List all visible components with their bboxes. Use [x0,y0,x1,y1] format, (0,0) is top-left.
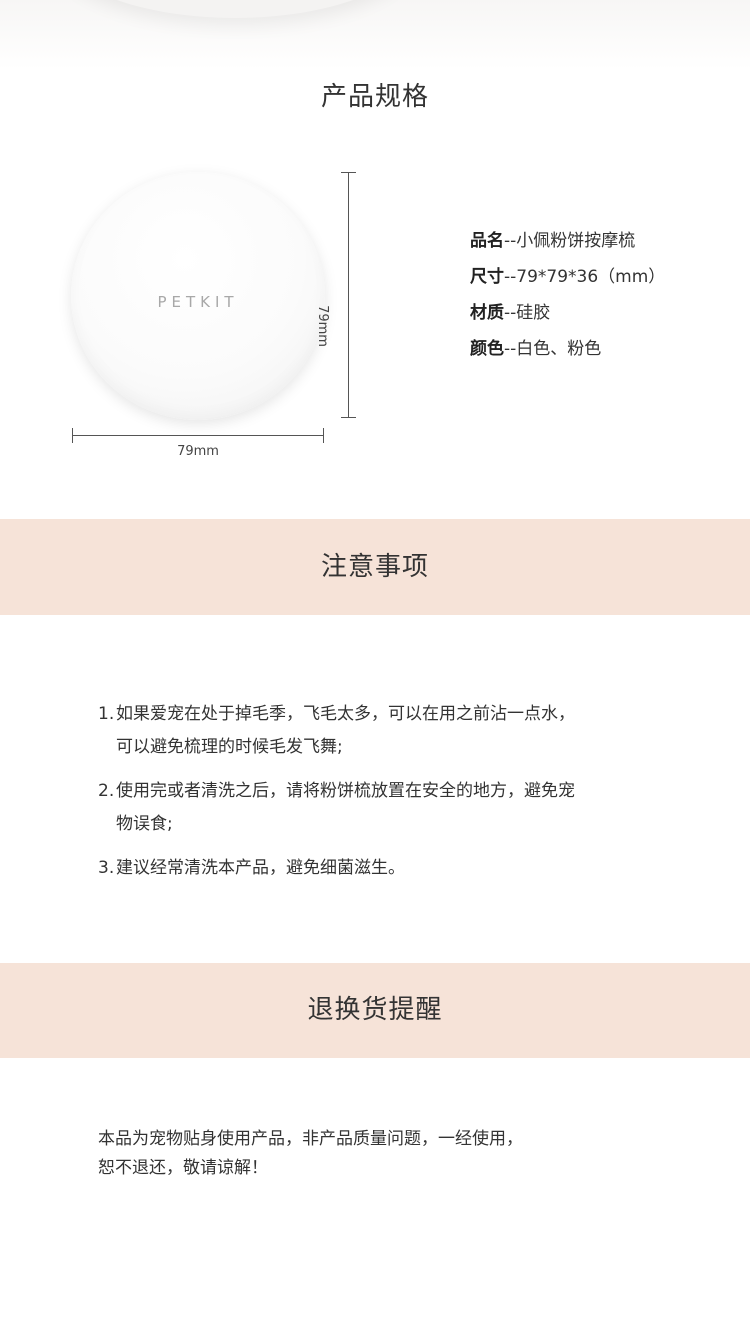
product-photo-top [50,0,420,18]
return-section-title: 退换货提醒 [307,995,443,1025]
spec-key: 品名 [470,231,504,251]
spec-key: 材质 [470,303,504,323]
width-dimension-label: 79mm [177,444,219,459]
notice-text-continued: 物误食; [116,814,173,834]
product-image: PETKIT [71,172,325,420]
notice-text: 使用完或者清洗之后，请将粉饼梳放置在安全的地方，避免宠 [116,781,575,801]
notice-text-continued: 可以避免梳理的时候毛发飞舞; [116,737,343,757]
spec-section-title: 产品规格 [320,82,429,112]
spec-row-color: 颜色--白色、粉色 [470,334,665,370]
spec-row-size: 尺寸--79*79*36（mm） [470,262,665,298]
notice-header-band: 注意事项 [0,519,750,615]
spec-value: --硅胶 [504,303,551,323]
spec-value: --小佩粉饼按摩梳 [504,231,636,251]
height-dimension-label: 79mm [315,305,330,347]
notice-section-title: 注意事项 [320,552,429,582]
notice-number: 3. [98,858,115,878]
width-dimension-line [72,428,324,443]
notice-item: 3. 建议经常清洗本产品，避免细菌滋生。 [98,852,698,885]
notice-number: 2. [98,781,115,801]
notice-number: 1. [98,704,115,724]
spec-key: 尺寸 [470,267,504,287]
notice-text: 如果爱宠在处于掉毛季，飞毛太多，可以在用之前沾一点水， [116,704,575,724]
spec-row-name: 品名--小佩粉饼按摩梳 [470,226,665,262]
return-line: 本品为宠物贴身使用产品，非产品质量问题，一经使用， [98,1129,523,1149]
return-policy-text: 本品为宠物贴身使用产品，非产品质量问题，一经使用， 恕不退还，敬请谅解！ [98,1125,658,1183]
spec-value: --79*79*36（mm） [504,267,666,287]
return-line: 恕不退还，敬请谅解！ [98,1158,268,1178]
spec-list: 品名--小佩粉饼按摩梳 尺寸--79*79*36（mm） 材质--硅胶 颜色--… [470,226,665,370]
spec-row-material: 材质--硅胶 [470,298,665,334]
spec-value: --白色、粉色 [504,339,602,359]
notice-text: 建议经常清洗本产品，避免细菌滋生。 [116,858,405,878]
notice-list: 1. 如果爱宠在处于掉毛季，飞毛太多，可以在用之前沾一点水， 可以避免梳理的时候毛… [98,698,698,896]
notice-item: 1. 如果爱宠在处于掉毛季，飞毛太多，可以在用之前沾一点水， 可以避免梳理的时候毛… [98,698,698,764]
notice-item: 2. 使用完或者清洗之后，请将粉饼梳放置在安全的地方，避免宠 物误食; [98,775,698,841]
brand-logo: PETKIT [157,293,239,311]
top-background [0,0,750,70]
height-dimension-line [341,172,356,418]
return-header-band: 退换货提醒 [0,963,750,1058]
spec-key: 颜色 [470,339,504,359]
